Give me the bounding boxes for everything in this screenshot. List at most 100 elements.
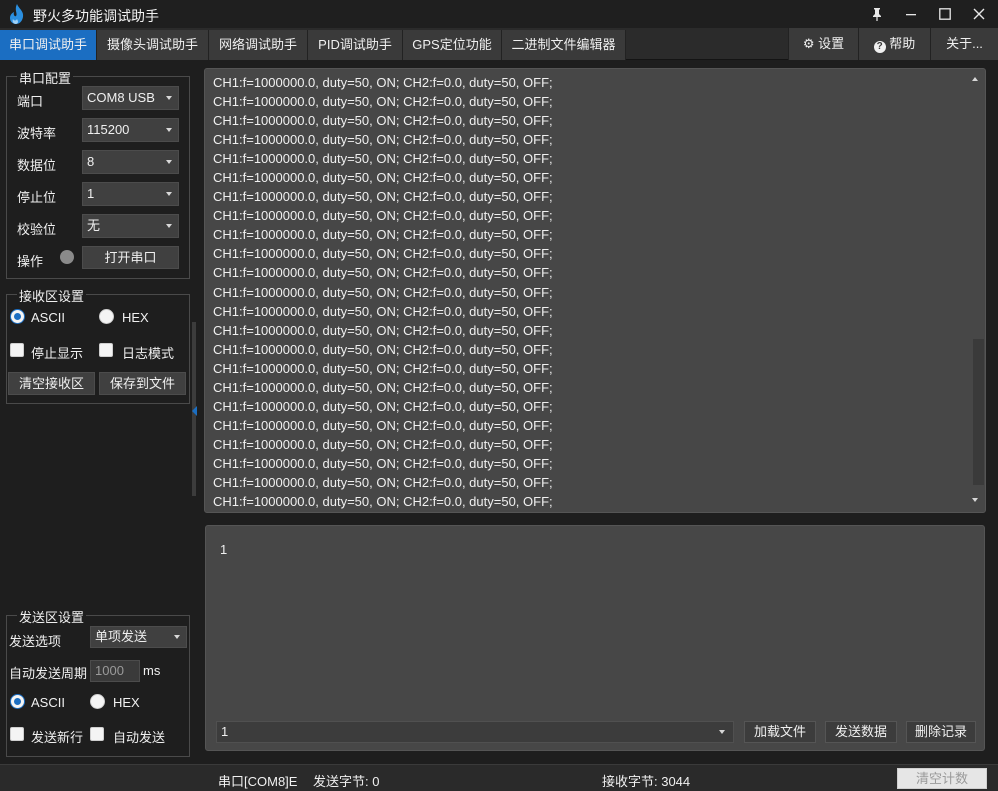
receive-line: CH1:f=1000000.0, duty=50, ON; CH2:f=0.0,…: [213, 94, 553, 110]
tab-binary-editor[interactable]: 二进制文件编辑器: [502, 30, 626, 60]
receive-line: CH1:f=1000000.0, duty=50, ON; CH2:f=0.0,…: [213, 227, 553, 243]
chevron-down-icon: [174, 635, 180, 639]
receive-line: CH1:f=1000000.0, duty=50, ON; CH2:f=0.0,…: [213, 265, 553, 281]
tab-gps[interactable]: GPS定位功能: [403, 30, 502, 60]
tab-pid[interactable]: PID调试助手: [308, 30, 403, 60]
delete-record-button[interactable]: 删除记录: [906, 721, 976, 743]
receive-line: CH1:f=1000000.0, duty=50, ON; CH2:f=0.0,…: [213, 189, 553, 205]
receive-text: CH1:f=1000000.0, duty=50, ON; CH2:f=0.0,…: [213, 73, 553, 511]
stopbits-label: 停止位: [17, 190, 57, 205]
send-data-button[interactable]: 发送数据: [825, 721, 897, 743]
send-period-input[interactable]: 1000: [90, 660, 140, 682]
send-period-label: 自动发送周期: [9, 666, 88, 681]
pin-button[interactable]: [860, 0, 894, 28]
send-hex-radio[interactable]: [90, 694, 105, 709]
tab-network[interactable]: 网络调试助手: [209, 30, 308, 60]
receive-line: CH1:f=1000000.0, duty=50, ON; CH2:f=0.0,…: [213, 132, 553, 148]
send-option-select[interactable]: 单项发送: [90, 626, 187, 648]
receive-line: CH1:f=1000000.0, duty=50, ON; CH2:f=0.0,…: [213, 436, 553, 452]
status-received-bytes: 接收字节: 3044: [602, 774, 691, 789]
send-ascii-radio[interactable]: [10, 694, 25, 709]
receive-line: CH1:f=1000000.0, duty=50, ON; CH2:f=0.0,…: [213, 284, 553, 300]
stop-display-label: 停止显示: [31, 346, 84, 361]
status-port: 串口[COM8]E: [218, 774, 298, 789]
databits-select[interactable]: 8: [82, 150, 179, 174]
receive-line: CH1:f=1000000.0, duty=50, ON; CH2:f=0.0,…: [213, 379, 553, 395]
clear-count-button[interactable]: 清空计数: [897, 768, 987, 789]
chevron-down-icon: [166, 96, 172, 100]
scrollbar-thumb[interactable]: [973, 339, 984, 485]
minimize-button[interactable]: [894, 0, 928, 28]
close-button[interactable]: [962, 0, 996, 28]
send-settings-group: 发送区设置 发送选项 单项发送 自动发送周期 1000 ms ASCII HEX…: [6, 607, 190, 757]
stop-display-checkbox[interactable]: [10, 343, 24, 357]
open-port-button[interactable]: 打开串口: [82, 246, 179, 269]
parity-value: 无: [87, 218, 101, 233]
send-history-value: 1: [221, 724, 229, 739]
receive-line: CH1:f=1000000.0, duty=50, ON; CH2:f=0.0,…: [213, 322, 553, 338]
about-button[interactable]: 关于...: [930, 28, 998, 60]
send-area[interactable]: 1 1 加载文件 发送数据 删除记录: [205, 525, 985, 751]
parity-select[interactable]: 无: [82, 214, 179, 238]
serial-config-title: 串口配置: [17, 68, 74, 87]
receive-line: CH1:f=1000000.0, duty=50, ON; CH2:f=0.0,…: [213, 303, 553, 319]
send-text[interactable]: 1: [220, 542, 227, 557]
send-option-value: 单项发送: [95, 629, 148, 644]
maximize-button[interactable]: [928, 0, 962, 28]
send-settings-title: 发送区设置: [17, 607, 87, 626]
operation-label: 操作: [17, 254, 44, 269]
settings-label: 设置: [818, 36, 845, 51]
recv-ascii-radio[interactable]: [10, 309, 25, 324]
tab-camera[interactable]: 摄像头调试助手: [97, 30, 209, 60]
recv-hex-label: HEX: [122, 310, 149, 325]
log-mode-label: 日志模式: [122, 346, 175, 361]
chevron-down-icon: [166, 192, 172, 196]
send-newline-checkbox[interactable]: [10, 727, 24, 741]
stopbits-select[interactable]: 1: [82, 182, 179, 206]
receive-line: CH1:f=1000000.0, duty=50, ON; CH2:f=0.0,…: [213, 113, 553, 129]
status-sent-bytes: 发送字节: 0: [313, 774, 380, 789]
recv-ascii-label: ASCII: [31, 310, 65, 325]
baud-select[interactable]: 115200: [82, 118, 179, 142]
databits-value: 8: [87, 154, 95, 169]
receive-line: CH1:f=1000000.0, duty=50, ON; CH2:f=0.0,…: [213, 170, 553, 186]
scroll-up-icon[interactable]: [972, 77, 978, 81]
auto-send-label: 自动发送: [113, 730, 166, 745]
scroll-down-icon[interactable]: [972, 498, 978, 502]
port-select[interactable]: COM8 USB: [82, 86, 179, 110]
send-option-label: 发送选项: [9, 634, 62, 649]
send-hex-label: HEX: [113, 695, 140, 710]
serial-config-group: 串口配置 端口 COM8 USB 波特率 115200 数据位 8 停止位 1 …: [6, 68, 190, 279]
title-bar: 野火多功能调试助手: [0, 0, 998, 28]
pin-icon: [873, 8, 881, 21]
receive-line: CH1:f=1000000.0, duty=50, ON; CH2:f=0.0,…: [213, 494, 553, 510]
clear-receive-button[interactable]: 清空接收区: [8, 372, 95, 395]
send-newline-label: 发送新行: [31, 730, 84, 745]
tab-serial[interactable]: 串口调试助手: [0, 30, 97, 60]
settings-button[interactable]: ⚙ 设置: [788, 28, 858, 60]
receive-area[interactable]: CH1:f=1000000.0, duty=50, ON; CH2:f=0.0,…: [204, 68, 986, 513]
baud-value: 115200: [87, 122, 130, 137]
send-history-select[interactable]: 1: [216, 721, 734, 743]
flame-icon: [10, 4, 24, 24]
baud-label: 波特率: [17, 126, 57, 141]
left-panel: 串口配置 端口 COM8 USB 波特率 115200 数据位 8 停止位 1 …: [0, 60, 200, 764]
save-to-file-button[interactable]: 保存到文件: [99, 372, 186, 395]
receive-line: CH1:f=1000000.0, duty=50, ON; CH2:f=0.0,…: [213, 151, 553, 167]
receive-line: CH1:f=1000000.0, duty=50, ON; CH2:f=0.0,…: [213, 474, 553, 490]
chevron-down-icon: [719, 730, 725, 734]
help-button[interactable]: ? 帮助: [858, 28, 930, 60]
send-period-unit: ms: [143, 663, 161, 678]
receive-line: CH1:f=1000000.0, duty=50, ON; CH2:f=0.0,…: [213, 208, 553, 224]
status-bar: 串口[COM8]E 发送字节: 0 接收字节: 3044 清空计数: [0, 764, 998, 791]
load-file-button[interactable]: 加载文件: [744, 721, 816, 743]
receive-scrollbar[interactable]: [967, 69, 985, 512]
maximize-icon: [939, 8, 951, 20]
log-mode-checkbox[interactable]: [99, 343, 113, 357]
recv-hex-radio[interactable]: [99, 309, 114, 324]
auto-send-checkbox[interactable]: [90, 727, 104, 741]
collapse-arrow-icon[interactable]: [192, 406, 197, 416]
receive-line: CH1:f=1000000.0, duty=50, ON; CH2:f=0.0,…: [213, 455, 553, 471]
send-ascii-label: ASCII: [31, 695, 65, 710]
receive-settings-group: 接收区设置 ASCII HEX 停止显示 日志模式 清空接收区 保存到文件: [6, 286, 190, 404]
